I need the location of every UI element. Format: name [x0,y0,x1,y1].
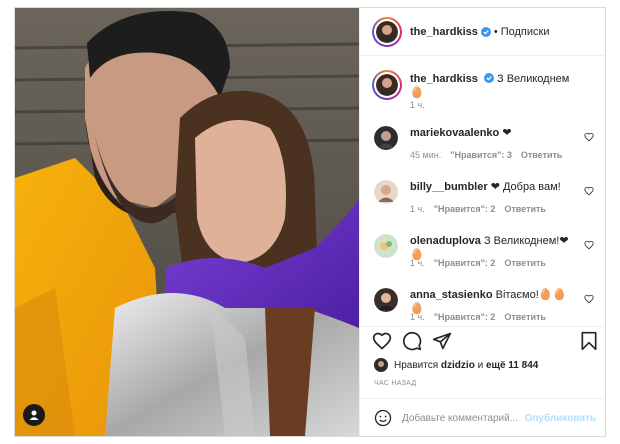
commenter-avatar[interactable] [374,288,398,312]
liker-avatar[interactable] [374,358,388,372]
instagram-post-card: the_hardkiss • Подписки the_hardkiss З В… [14,7,606,437]
author-avatar[interactable] [372,70,402,100]
post-date[interactable]: ЧАС НАЗАД [374,380,416,387]
comment-item: anna_stasienko Вітаємо!🥚🥚🥚 1 ч. "Нравится… [372,286,596,326]
likes-prefix: Нравится [394,359,439,371]
publish-button[interactable]: Опубликовать [525,413,596,424]
liked-by-username[interactable]: dzidzio [441,360,475,371]
comment-time: 1 ч. [410,204,425,214]
verified-badge-icon [480,26,491,37]
post-header: the_hardkiss • Подписки [360,8,605,56]
author-avatar[interactable] [372,16,402,47]
comment-likes[interactable]: "Нравится": 2 [434,312,496,322]
likes-summary: Нравится dzidzio и ещё 11 844 [374,358,538,372]
caption-time: 1 ч. [410,100,425,110]
comment-like-heart-icon[interactable] [584,240,594,250]
caption-meta: 1 ч. [410,100,434,110]
comment-likes[interactable]: "Нравится": 2 [434,204,496,214]
comment-username[interactable]: anna_stasienko [410,289,493,301]
bookmark-icon[interactable] [580,331,598,351]
comment-likes[interactable]: "Нравится": 3 [450,150,512,160]
post-side-panel: the_hardkiss • Подписки the_hardkiss З В… [359,8,605,436]
comment-username[interactable]: billy__bumbler [410,181,488,193]
user-tag-icon[interactable] [23,404,45,426]
commenter-avatar[interactable] [374,234,398,258]
comment-reply-button[interactable]: Ответить [504,258,546,268]
comment-meta: 1 ч. "Нравится": 2 Ответить [410,258,546,268]
comment-like-heart-icon[interactable] [584,294,594,304]
follow-button[interactable]: Подписки [501,26,550,38]
comment-text: ❤ [502,127,512,139]
add-comment-bar: Добавьте комментарий... Опубликовать [360,398,605,436]
comment-item: billy__bumbler ❤ Добра вам! 1 ч. "Нравитс… [372,178,596,218]
comments-list: the_hardkiss З Великоднем 🥚 1 ч. marieko… [360,56,605,326]
comment-meta: 1 ч. "Нравится": 2 Ответить [410,204,546,214]
comment-like-heart-icon[interactable] [584,186,594,196]
verified-badge-icon [483,73,494,83]
comment-meta: 45 мин. "Нравится": 3 Ответить [410,150,562,160]
comment-time: 1 ч. [410,258,425,268]
comment-reply-button[interactable]: Ответить [504,204,546,214]
likes-and: и [477,359,484,371]
share-icon[interactable] [432,331,452,351]
caption-item: the_hardkiss З Великоднем 🥚 1 ч. [372,70,596,110]
emoji-icon[interactable] [374,409,392,427]
comment-time: 45 мин. [410,150,442,160]
post-actions [360,326,605,357]
likes-count[interactable]: ещё 11 844 [486,360,538,371]
comment-reply-button[interactable]: Ответить [521,150,563,160]
heart-icon[interactable] [372,331,392,351]
commenter-avatar[interactable] [374,126,398,150]
comment-text: ❤ Добра вам! [490,181,561,193]
caption-username[interactable]: the_hardkiss [410,73,478,85]
comment-username[interactable]: mariekovaalenko [410,127,499,139]
comment-icon[interactable] [402,331,422,351]
post-photo-image [15,8,359,436]
comment-reply-button[interactable]: Ответить [504,312,546,322]
separator-dot: • [493,25,498,38]
author-username[interactable]: the_hardkiss [410,26,478,38]
comment-input[interactable]: Добавьте комментарий... [402,413,518,424]
comment-meta: 1 ч. "Нравится": 2 Ответить [410,312,546,322]
comment-time: 1 ч. [410,312,425,322]
post-photo[interactable] [15,8,359,436]
comment-username[interactable]: olenaduplova [410,235,481,247]
comment-item: olenaduplova З Великоднем!❤🥚 1 ч. "Нравит… [372,232,596,272]
comment-likes[interactable]: "Нравится": 2 [434,258,496,268]
comment-item: mariekovaalenko ❤ 45 мин. "Нравится": 3 От… [372,124,596,164]
comment-like-heart-icon[interactable] [584,132,594,142]
commenter-avatar[interactable] [374,180,398,204]
